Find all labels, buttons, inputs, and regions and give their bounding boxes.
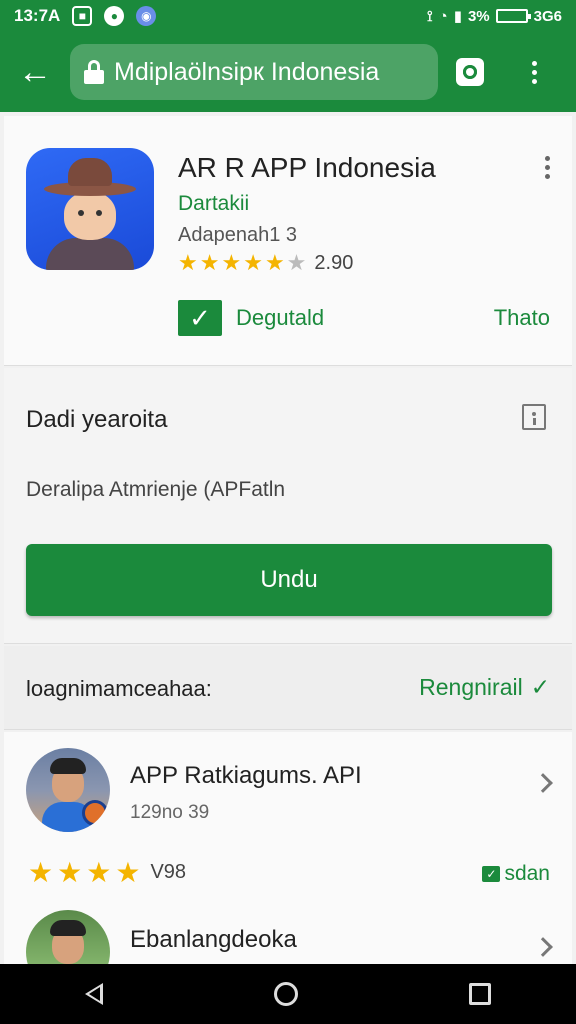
review-name: APP Ratkiagums. API xyxy=(130,762,362,789)
record-icon: ● xyxy=(104,6,125,26)
more-vert-icon xyxy=(531,60,537,84)
review-list: APP Ratkiagums. API 129no 39 ★ ★ ★ ★ V98… xyxy=(4,732,572,964)
star-icon: ★ xyxy=(115,857,141,888)
toolbar: ← Mdiplaölnsipк Indonesia xyxy=(0,32,576,112)
reviews-more-link[interactable]: Rengnirail ✓ xyxy=(419,674,550,701)
lock-icon xyxy=(84,60,104,84)
app-meta: Adapenah1 3 xyxy=(178,224,298,246)
info-title: Dadi yearoita xyxy=(26,406,168,433)
star-icon: ★ xyxy=(178,250,198,275)
app-notification-icon: ◉ xyxy=(136,6,157,26)
review-rating: ★ ★ ★ ★ V98 xyxy=(28,856,186,889)
rating-value: 2.90 xyxy=(314,251,354,274)
back-button[interactable]: ← xyxy=(0,32,70,112)
review-date: 129no 39 xyxy=(130,802,210,823)
camera-button[interactable] xyxy=(438,32,502,112)
star-empty-icon: ★ xyxy=(286,250,307,275)
reviews-link-label: Rengnirail xyxy=(419,674,523,700)
installed-checkbox[interactable]: ✓ xyxy=(178,300,222,336)
star-icon: ★ xyxy=(57,857,83,888)
camera-icon xyxy=(456,58,484,86)
reviews-title: loagnimamceahaa: xyxy=(26,676,212,701)
status-time: 13:7A xyxy=(14,6,61,25)
list-item[interactable]: Ebanlangdeoka xyxy=(4,902,572,964)
system-nav-bar xyxy=(0,964,576,1024)
info-icon[interactable] xyxy=(522,404,546,430)
star-icon: ★ xyxy=(199,250,220,275)
avatar xyxy=(26,910,110,964)
arrow-left-icon: ← xyxy=(18,52,52,91)
battery-icon xyxy=(495,9,531,23)
card-more-button[interactable] xyxy=(545,156,550,183)
download-button[interactable]: Undu xyxy=(26,544,552,616)
star-icon: ★ xyxy=(28,857,54,888)
overflow-menu-button[interactable] xyxy=(502,32,566,112)
verified-icon: ✓ xyxy=(482,866,501,882)
info-section: Dadi yearoita Deralipa Atmrienje (APFatl… xyxy=(4,368,572,644)
notification-icon: ■ xyxy=(72,6,93,26)
wifi-icon: ◔ xyxy=(438,7,448,25)
side-link[interactable]: Thato xyxy=(494,305,550,331)
url-bar[interactable]: Mdiplaölnsipк Indonesia xyxy=(70,44,438,100)
app-title: AR R APP Indonesia xyxy=(178,152,436,183)
battery-percent: 3% xyxy=(467,7,490,25)
star-icon: ★ xyxy=(86,857,112,888)
info-description: Deralipa Atmrienje (APFatln xyxy=(26,478,286,501)
nav-recents-icon[interactable] xyxy=(468,983,491,1005)
star-icon: ★ xyxy=(221,250,242,275)
chevron-right-icon xyxy=(533,773,553,793)
nav-back-icon[interactable] xyxy=(85,983,104,1005)
avatar xyxy=(26,748,110,832)
nav-home-icon[interactable] xyxy=(273,982,298,1006)
status-right-text: 3G6 xyxy=(533,7,562,25)
app-developer-link[interactable]: Dartakii xyxy=(178,192,249,216)
signal-icon: ▮ xyxy=(453,8,462,25)
reviews-header: loagnimamceahaa: Rengnirail ✓ xyxy=(4,646,572,730)
review-tag-label: sdan xyxy=(504,862,550,885)
list-item[interactable]: APP Ratkiagums. API 129no 39 ★ ★ ★ ★ V98… xyxy=(4,732,572,902)
installed-label: Degutald xyxy=(236,305,325,330)
star-icon: ★ xyxy=(243,250,263,275)
app-rating: ★ ★ ★ ★ ★ ★ 2.90 xyxy=(178,250,353,276)
check-icon: ✓ xyxy=(530,674,550,700)
app-header-card: AR R APP Indonesia Dartakii Adapenah1 3 … xyxy=(4,116,572,366)
star-icon: ★ xyxy=(264,250,285,275)
status-bar: 13:7A ■ ● ◉ ⟟ ◔ ▮ 3% 3G6 xyxy=(0,0,576,32)
review-tag[interactable]: ✓ sdan xyxy=(482,862,550,886)
app-icon[interactable] xyxy=(26,148,154,270)
vibrate-icon: ⟟ xyxy=(427,7,433,25)
chevron-right-icon xyxy=(533,937,553,957)
review-name: Ebanlangdeoka xyxy=(130,926,297,953)
review-score: V98 xyxy=(150,861,187,883)
url-text: Mdiplaölnsipк Indonesia xyxy=(114,57,380,86)
